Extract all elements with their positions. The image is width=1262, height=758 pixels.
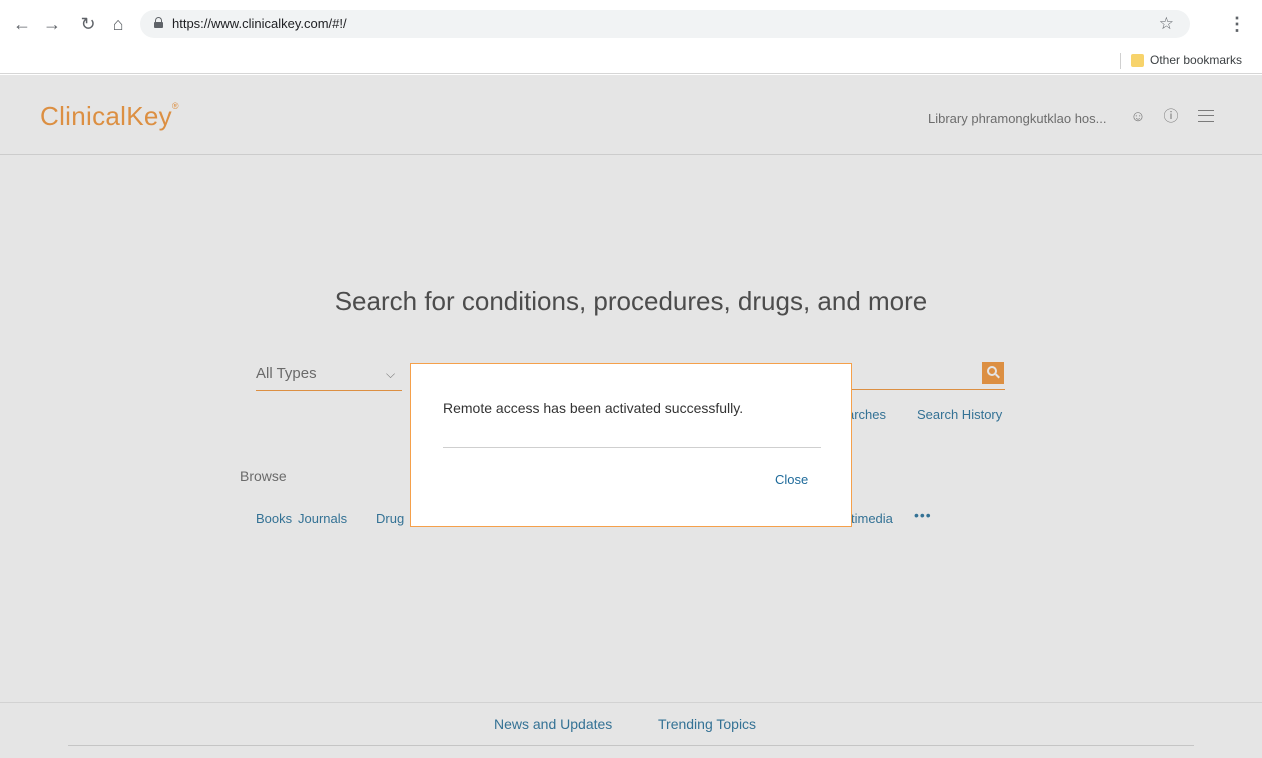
remote-access-dialog: Remote access has been activated success… [410, 363, 852, 527]
url-text: https://www.clinicalkey.com/#!/ [172, 16, 347, 31]
reload-icon[interactable]: ↻ [78, 14, 98, 34]
folder-icon [1131, 54, 1144, 67]
bookmarks-bar: Other bookmarks [0, 48, 1262, 74]
other-bookmarks-link[interactable]: Other bookmarks [1150, 53, 1242, 67]
browser-menu-icon[interactable]: ⋮ [1228, 14, 1246, 35]
back-arrow-icon[interactable]: ← [12, 14, 32, 34]
close-button[interactable]: Close [775, 472, 808, 487]
browser-toolbar: ← → ↻ ⌂ https://www.clinicalkey.com/#!/ … [0, 0, 1262, 48]
bookmarks-separator [1120, 53, 1121, 69]
dialog-divider [443, 447, 821, 448]
bookmark-star-icon[interactable]: ☆ [1159, 14, 1174, 34]
lock-icon [154, 17, 163, 28]
dialog-message: Remote access has been activated success… [443, 400, 744, 416]
address-bar[interactable]: https://www.clinicalkey.com/#!/ ☆ [140, 10, 1190, 38]
home-icon[interactable]: ⌂ [108, 14, 128, 34]
forward-arrow-icon[interactable]: → [42, 14, 62, 34]
